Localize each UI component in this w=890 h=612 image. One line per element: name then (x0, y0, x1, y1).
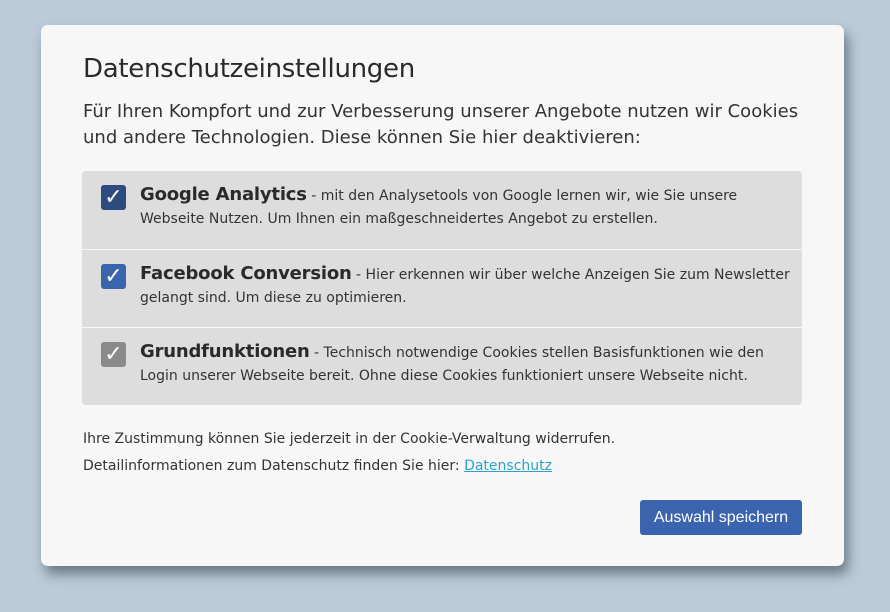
google-analytics-checkbox[interactable]: ✓ (101, 185, 126, 210)
dialog-intro: Für Ihren Kompfort und zur Verbesserung … (83, 101, 799, 148)
privacy-settings-dialog: Datenschutzeinstellungen Für Ihren Kompf… (41, 25, 844, 566)
option-grundfunktionen: ✓ Grundfunktionen - Technisch notwendige… (82, 327, 802, 405)
dialog-title: Datenschutzeinstellungen (83, 54, 415, 84)
option-facebook-conversion: ✓ Facebook Conversion - Hier erkennen wi… (82, 249, 802, 327)
privacy-details-info: Detailinformationen zum Datenschutz find… (83, 458, 552, 474)
revoke-info: Ihre Zustimmung können Sie jederzeit in … (83, 431, 616, 447)
facebook-conversion-checkbox[interactable]: ✓ (101, 264, 126, 289)
cookie-options-list: ✓ Google Analytics - mit den Analysetool… (82, 171, 802, 405)
privacy-link[interactable]: Datenschutz (464, 458, 552, 474)
option-text: Facebook Conversion - Hier erkennen wir … (140, 262, 790, 310)
grundfunktionen-checkbox[interactable]: ✓ (101, 342, 126, 367)
save-selection-button[interactable]: Auswahl speichern (640, 500, 802, 535)
option-text: Grundfunktionen - Technisch notwendige C… (140, 340, 790, 388)
option-google-analytics: ✓ Google Analytics - mit den Analysetool… (82, 171, 802, 249)
option-name: Facebook Conversion (140, 263, 352, 284)
option-text: Google Analytics - mit den Analysetools … (140, 183, 790, 231)
option-name: Grundfunktionen (140, 341, 310, 362)
option-name: Google Analytics (140, 184, 307, 205)
privacy-details-text: Detailinformationen zum Datenschutz find… (83, 458, 465, 474)
